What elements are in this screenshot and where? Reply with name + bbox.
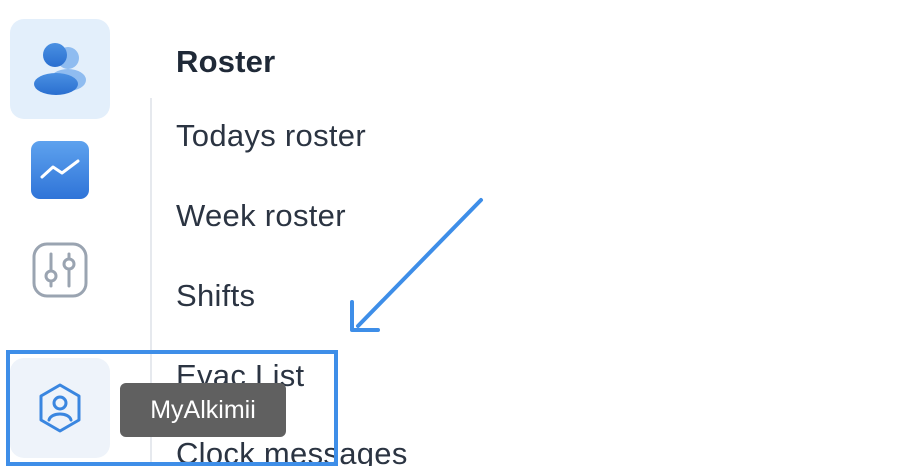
- app-page: Roster Todays roster Week roster Shifts …: [0, 0, 906, 466]
- profile-hexagon-icon: [39, 383, 81, 433]
- menu-item-week-roster[interactable]: Week roster: [176, 198, 346, 234]
- sliders-icon: [32, 242, 88, 298]
- menu-title: Roster: [176, 44, 276, 79]
- analytics-icon: [31, 141, 89, 199]
- menu-item-clock-messages[interactable]: Clock messages: [176, 436, 408, 466]
- sidebar-item-roster[interactable]: [10, 19, 110, 119]
- sidebar-item-analytics[interactable]: [10, 120, 110, 220]
- people-icon: [34, 43, 86, 95]
- menu-item-shifts[interactable]: Shifts: [176, 278, 255, 314]
- menu-item-todays-roster[interactable]: Todays roster: [176, 118, 366, 154]
- tooltip: MyAlkimii: [120, 383, 286, 437]
- sidebar-item-settings[interactable]: [10, 220, 110, 320]
- sidebar-item-myalkimii[interactable]: [10, 358, 110, 458]
